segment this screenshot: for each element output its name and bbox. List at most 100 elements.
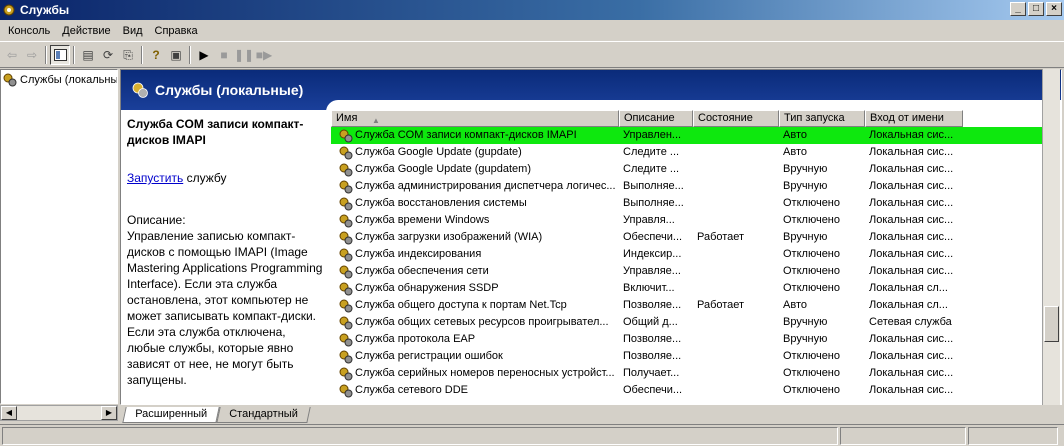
service-startup-type-cell: Отключено xyxy=(783,197,840,209)
forward-icon[interactable]: ⇨ xyxy=(22,45,42,65)
service-startup-type-cell: Отключено xyxy=(783,214,840,226)
service-name-cell: Служба сетевого DDE xyxy=(331,382,619,399)
service-name-label: Служба общего доступа к портам Net.Tcp xyxy=(355,299,567,311)
description-label: Описание: xyxy=(127,213,186,227)
service-state-cell: Работает xyxy=(697,231,745,243)
console-icon[interactable]: ▣ xyxy=(166,45,186,65)
status-pane-3 xyxy=(968,426,1058,445)
service-description-cell: Позволяе... xyxy=(623,350,682,362)
service-startup-type-cell: Вручную xyxy=(783,231,828,243)
help-icon[interactable]: ? xyxy=(146,45,166,65)
service-row[interactable]: Служба сетевого DDE Обеспечи... Отключено Л… xyxy=(331,382,1043,399)
service-row[interactable]: Служба Google Update (gupdatem) Следите .… xyxy=(331,161,1043,178)
service-name-label: Служба Google Update (gupdate) xyxy=(355,146,522,158)
menu-view[interactable]: Вид xyxy=(117,25,149,37)
scroll-right-icon[interactable]: ▶ xyxy=(101,406,117,420)
services-gear-icon xyxy=(3,73,17,87)
service-row[interactable]: Служба загрузки изображений (WIA) Обеспеч… xyxy=(331,229,1043,246)
column-description-header[interactable]: Описание xyxy=(619,110,693,127)
menu-console[interactable]: Консоль xyxy=(2,25,56,37)
tree-item-label: Службы (локальные) xyxy=(20,74,117,86)
service-title: Служба COM записи компакт-дисков IMAPI xyxy=(127,117,304,147)
service-row[interactable]: Служба обнаружения SSDP Включит... Отключе… xyxy=(331,280,1043,297)
stop-icon[interactable]: ■ xyxy=(214,45,234,65)
service-gear-icon xyxy=(339,367,353,381)
service-row[interactable]: Служба общих сетевых ресурсов проигрыват… xyxy=(331,314,1043,331)
status-pane-main xyxy=(2,426,838,445)
service-gear-icon xyxy=(339,248,353,262)
list-vertical-scrollbar[interactable] xyxy=(1042,69,1060,405)
service-name-cell: Служба регистрации ошибок xyxy=(331,348,619,365)
export-icon[interactable]: ⎘ xyxy=(118,45,138,65)
service-name-label: Служба общих сетевых ресурсов проигрыват… xyxy=(355,316,609,328)
sort-ascending-icon: ▲ xyxy=(372,116,380,125)
close-button[interactable]: × xyxy=(1046,2,1062,16)
menu-action[interactable]: Действие xyxy=(56,25,116,37)
service-row[interactable]: Служба администрирования диспетчера логи… xyxy=(331,178,1043,195)
refresh-icon[interactable]: ⟳ xyxy=(98,45,118,65)
service-logon-cell: Локальная сис... xyxy=(869,180,954,192)
column-startup-type-header[interactable]: Тип запуска xyxy=(779,110,865,127)
service-row[interactable]: Служба общего доступа к портам Net.Tcp По… xyxy=(331,297,1043,314)
service-row[interactable]: Служба времени Windows Управля... Отключен… xyxy=(331,212,1043,229)
description-panel: Служба COM записи компакт-дисков IMAPI З… xyxy=(127,116,327,404)
toolbar-separator xyxy=(73,46,75,64)
description-text: Управление записью компакт-дисков с помо… xyxy=(127,229,323,387)
play-icon[interactable]: ▶ xyxy=(194,45,214,65)
service-logon-cell: Локальная сис... xyxy=(869,231,954,243)
service-name-cell: Служба восстановления системы xyxy=(331,195,619,212)
service-row[interactable]: Служба регистрации ошибок Позволяе... Откл… xyxy=(331,348,1043,365)
service-logon-cell: Локальная сис... xyxy=(869,248,954,260)
service-logon-cell: Локальная сис... xyxy=(869,214,954,226)
service-name-cell: Служба загрузки изображений (WIA) xyxy=(331,229,619,246)
service-row[interactable]: Служба серийных номеров переносных устро… xyxy=(331,365,1043,382)
service-description-cell: Следите ... xyxy=(623,146,680,158)
service-name-label: Служба серийных номеров переносных устро… xyxy=(355,367,615,379)
scroll-left-icon[interactable]: ◀ xyxy=(1,406,17,420)
service-name-cell: Служба обнаружения SSDP xyxy=(331,280,619,297)
service-startup-type-cell: Отключено xyxy=(783,367,840,379)
service-row[interactable]: Служба обеспечения сети Управляе... Отключ… xyxy=(331,263,1043,280)
menu-help[interactable]: Справка xyxy=(149,25,204,37)
maximize-button[interactable]: □ xyxy=(1028,2,1044,16)
service-row[interactable]: Служба Google Update (gupdate) Следите ..… xyxy=(331,144,1043,161)
service-row[interactable]: Служба индексирования Индексир... Отключен… xyxy=(331,246,1043,263)
back-icon[interactable]: ⇦ xyxy=(2,45,22,65)
service-row[interactable]: Служба восстановления системы Выполняе...… xyxy=(331,195,1043,212)
service-name-label: Служба протокола EAP xyxy=(355,333,476,345)
service-name-cell: Служба обеспечения сети xyxy=(331,263,619,280)
service-row[interactable]: Служба COM записи компакт-дисков IMAPI Уп… xyxy=(331,127,1043,144)
tab-standard[interactable]: Стандартный xyxy=(216,407,311,423)
tree-horizontal-scrollbar[interactable]: ◀ ▶ xyxy=(0,405,118,421)
service-description-cell: Управлен... xyxy=(623,129,682,141)
service-description-cell: Выполняе... xyxy=(623,180,684,192)
service-logon-cell: Локальная сис... xyxy=(869,197,954,209)
list-header: Имя ▲ Описание Состояние Тип запуска Вхо… xyxy=(331,110,1043,127)
scrollbar-thumb[interactable] xyxy=(1044,306,1059,342)
service-state-cell: Работает xyxy=(697,299,745,311)
minimize-button[interactable]: _ xyxy=(1010,2,1026,16)
service-name-label: Служба сетевого DDE xyxy=(355,384,468,396)
column-name-header[interactable]: Имя ▲ xyxy=(331,110,619,127)
service-startup-type-cell: Авто xyxy=(783,146,807,158)
column-logon-as-header[interactable]: Вход от имени xyxy=(865,110,963,127)
start-service-link[interactable]: Запустить xyxy=(127,171,183,185)
tree-item-services-local[interactable]: Службы (локальные) xyxy=(1,70,117,90)
service-startup-type-cell: Авто xyxy=(783,129,807,141)
show-tree-icon[interactable] xyxy=(50,45,70,65)
service-name-cell: Служба Google Update (gupdatem) xyxy=(331,161,619,178)
service-name-label: Служба обеспечения сети xyxy=(355,265,489,277)
pause-icon[interactable]: ❚❚ xyxy=(234,45,254,65)
service-name-label: Служба COM записи компакт-дисков IMAPI xyxy=(355,129,577,141)
properties-icon[interactable]: ▤ xyxy=(78,45,98,65)
service-name-cell: Служба времени Windows xyxy=(331,212,619,229)
column-state-header[interactable]: Состояние xyxy=(693,110,779,127)
service-name-cell: Служба Google Update (gupdate) xyxy=(331,144,619,161)
tab-extended[interactable]: Расширенный xyxy=(122,407,220,423)
service-row[interactable]: Служба протокола EAP Позволяе... Вручную Ло… xyxy=(331,331,1043,348)
restart-icon[interactable]: ■▶ xyxy=(254,45,274,65)
service-gear-icon xyxy=(339,231,353,245)
service-description-cell: Обеспечи... xyxy=(623,384,683,396)
service-name-label: Служба индексирования xyxy=(355,248,482,260)
banner-title: Службы (локальные) xyxy=(155,82,304,98)
